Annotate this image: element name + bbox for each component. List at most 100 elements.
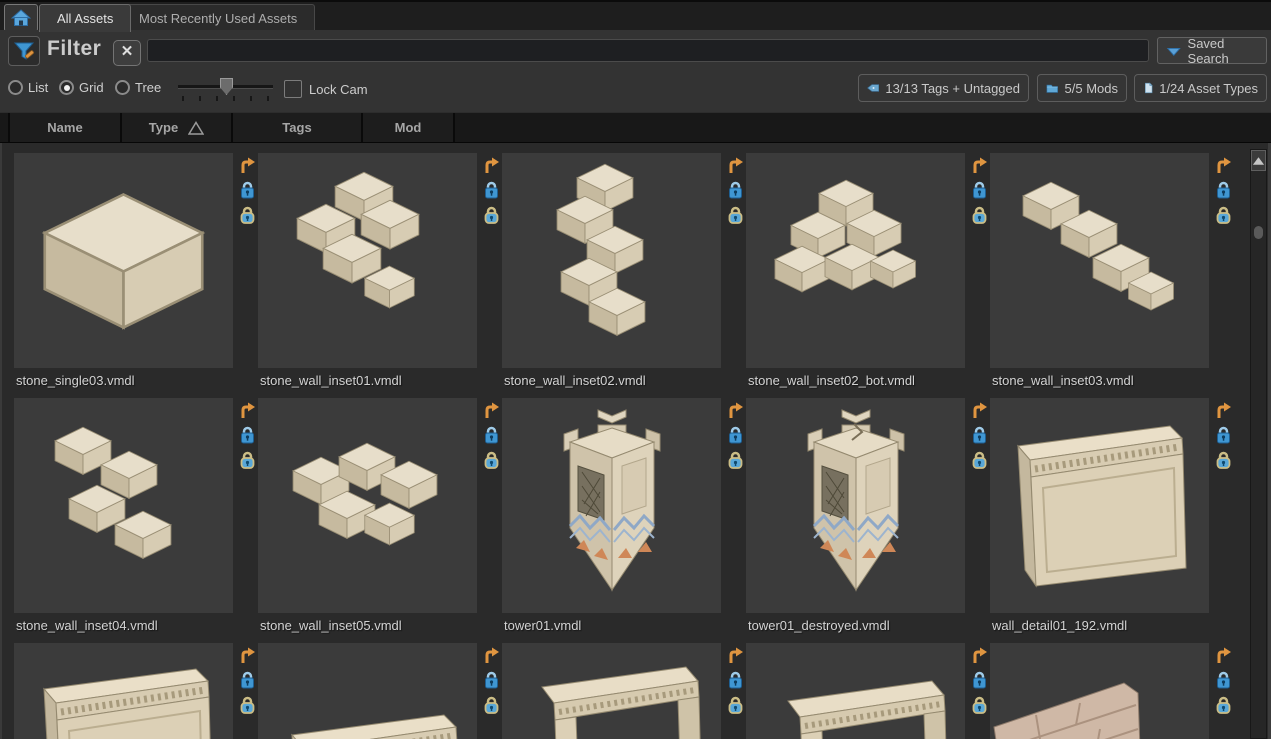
lock-icon[interactable] — [482, 180, 501, 199]
scroll-up-button[interactable] — [1251, 150, 1266, 171]
jump-to-arrow-icon[interactable] — [970, 401, 988, 419]
lock-alt-icon[interactable] — [482, 695, 501, 714]
lock-icon[interactable] — [1214, 670, 1233, 689]
lock-alt-icon[interactable] — [238, 205, 257, 224]
jump-to-arrow-icon[interactable] — [726, 156, 744, 174]
asset-tile[interactable]: stone_wall_inset01.vmdl — [258, 153, 502, 398]
column-header-tags[interactable]: Tags — [233, 113, 363, 142]
lock-alt-icon[interactable] — [970, 205, 989, 224]
lock-icon[interactable] — [1214, 180, 1233, 199]
jump-to-arrow-icon[interactable] — [1214, 646, 1232, 664]
jump-to-arrow-icon[interactable] — [726, 646, 744, 664]
asset-tile[interactable] — [14, 643, 258, 739]
jump-to-arrow-icon[interactable] — [238, 646, 256, 664]
radio-grid[interactable]: Grid — [59, 80, 104, 95]
lock-alt-icon[interactable] — [726, 450, 745, 469]
thumbnail-size-slider[interactable] — [178, 78, 273, 101]
lock-alt-icon[interactable] — [238, 450, 257, 469]
asset-tile[interactable] — [990, 643, 1234, 739]
asset-thumbnail[interactable] — [14, 643, 233, 739]
filter-search-input[interactable] — [147, 39, 1149, 62]
radio-list[interactable]: List — [8, 80, 48, 95]
lock-icon[interactable] — [726, 670, 745, 689]
column-label: Mod — [395, 120, 422, 135]
tab-all-assets[interactable]: All Assets — [39, 4, 131, 32]
radio-tree[interactable]: Tree — [115, 80, 161, 95]
lock-icon[interactable] — [482, 670, 501, 689]
lock-alt-icon[interactable] — [1214, 450, 1233, 469]
asset-types-filter-button[interactable]: 1/24 Asset Types — [1134, 74, 1267, 102]
asset-thumbnail[interactable] — [746, 153, 965, 368]
jump-to-arrow-icon[interactable] — [1214, 401, 1232, 419]
lock-alt-icon[interactable] — [1214, 205, 1233, 224]
asset-tile[interactable]: tower01.vmdl — [502, 398, 746, 643]
jump-to-arrow-icon[interactable] — [238, 156, 256, 174]
slider-handle[interactable] — [220, 78, 233, 95]
lock-alt-icon[interactable] — [482, 450, 501, 469]
jump-to-arrow-icon[interactable] — [482, 156, 500, 174]
lock-icon[interactable] — [482, 425, 501, 444]
vertical-scrollbar[interactable] — [1250, 149, 1267, 739]
asset-tile[interactable]: stone_wall_inset05.vmdl — [258, 398, 502, 643]
asset-tile[interactable]: stone_single03.vmdl — [14, 153, 258, 398]
tab-most-recently-used[interactable]: Most Recently Used Assets — [121, 4, 315, 32]
asset-thumbnail[interactable] — [990, 153, 1209, 368]
asset-thumbnail[interactable] — [14, 153, 233, 368]
asset-tile[interactable] — [502, 643, 746, 739]
clear-filter-button[interactable]: ✕ — [113, 40, 141, 66]
lock-alt-icon[interactable] — [482, 205, 501, 224]
asset-tile[interactable]: stone_wall_inset02.vmdl — [502, 153, 746, 398]
lock-icon[interactable] — [238, 180, 257, 199]
asset-tile[interactable]: stone_wall_inset02_bot.vmdl — [746, 153, 990, 398]
lock-alt-icon[interactable] — [970, 695, 989, 714]
asset-tile[interactable]: wall_detail01_192.vmdl — [990, 398, 1234, 643]
lock-alt-icon[interactable] — [238, 695, 257, 714]
jump-to-arrow-icon[interactable] — [482, 401, 500, 419]
saved-search-button[interactable]: Saved Search — [1157, 37, 1267, 64]
asset-thumbnail[interactable] — [746, 643, 965, 739]
lock-icon[interactable] — [970, 670, 989, 689]
radio-circle-selected — [59, 80, 74, 95]
column-header-type[interactable]: Type — [122, 113, 233, 142]
asset-thumbnail[interactable] — [258, 643, 477, 739]
lock-icon[interactable] — [238, 670, 257, 689]
asset-tile[interactable] — [746, 643, 990, 739]
lock-icon[interactable] — [726, 180, 745, 199]
asset-thumbnail[interactable] — [258, 153, 477, 368]
lock-icon[interactable] — [726, 425, 745, 444]
asset-thumbnail[interactable] — [990, 643, 1209, 739]
asset-thumbnail[interactable] — [14, 398, 233, 613]
scrollbar-thumb[interactable] — [1254, 226, 1263, 239]
asset-thumbnail[interactable] — [746, 398, 965, 613]
asset-thumbnail[interactable] — [990, 398, 1209, 613]
column-header-name[interactable]: Name — [8, 113, 122, 142]
asset-tile[interactable]: stone_wall_inset04.vmdl — [14, 398, 258, 643]
lock-icon[interactable] — [1214, 425, 1233, 444]
asset-tile[interactable] — [258, 643, 502, 739]
lock-icon[interactable] — [970, 425, 989, 444]
lock-alt-icon[interactable] — [726, 205, 745, 224]
jump-to-arrow-icon[interactable] — [482, 646, 500, 664]
lock-alt-icon[interactable] — [726, 695, 745, 714]
asset-tile[interactable]: tower01_destroyed.vmdl — [746, 398, 990, 643]
jump-to-arrow-icon[interactable] — [970, 156, 988, 174]
lock-alt-icon[interactable] — [970, 450, 989, 469]
jump-to-arrow-icon[interactable] — [970, 646, 988, 664]
column-header-mod[interactable]: Mod — [363, 113, 455, 142]
home-button[interactable] — [4, 4, 38, 32]
tags-filter-button[interactable]: 13/13 Tags + Untagged — [858, 74, 1029, 102]
lock-icon[interactable] — [238, 425, 257, 444]
lock-icon[interactable] — [970, 180, 989, 199]
lock-alt-icon[interactable] — [1214, 695, 1233, 714]
jump-to-arrow-icon[interactable] — [238, 401, 256, 419]
asset-tile[interactable]: stone_wall_inset03.vmdl — [990, 153, 1234, 398]
mods-filter-button[interactable]: 5/5 Mods — [1037, 74, 1127, 102]
jump-to-arrow-icon[interactable] — [726, 401, 744, 419]
asset-thumbnail[interactable] — [502, 643, 721, 739]
jump-to-arrow-icon[interactable] — [1214, 156, 1232, 174]
asset-thumbnail[interactable] — [502, 153, 721, 368]
lock-cam-checkbox[interactable] — [284, 80, 302, 98]
asset-thumbnail[interactable] — [258, 398, 477, 613]
filter-options-button[interactable] — [8, 36, 40, 66]
asset-thumbnail[interactable] — [502, 398, 721, 613]
